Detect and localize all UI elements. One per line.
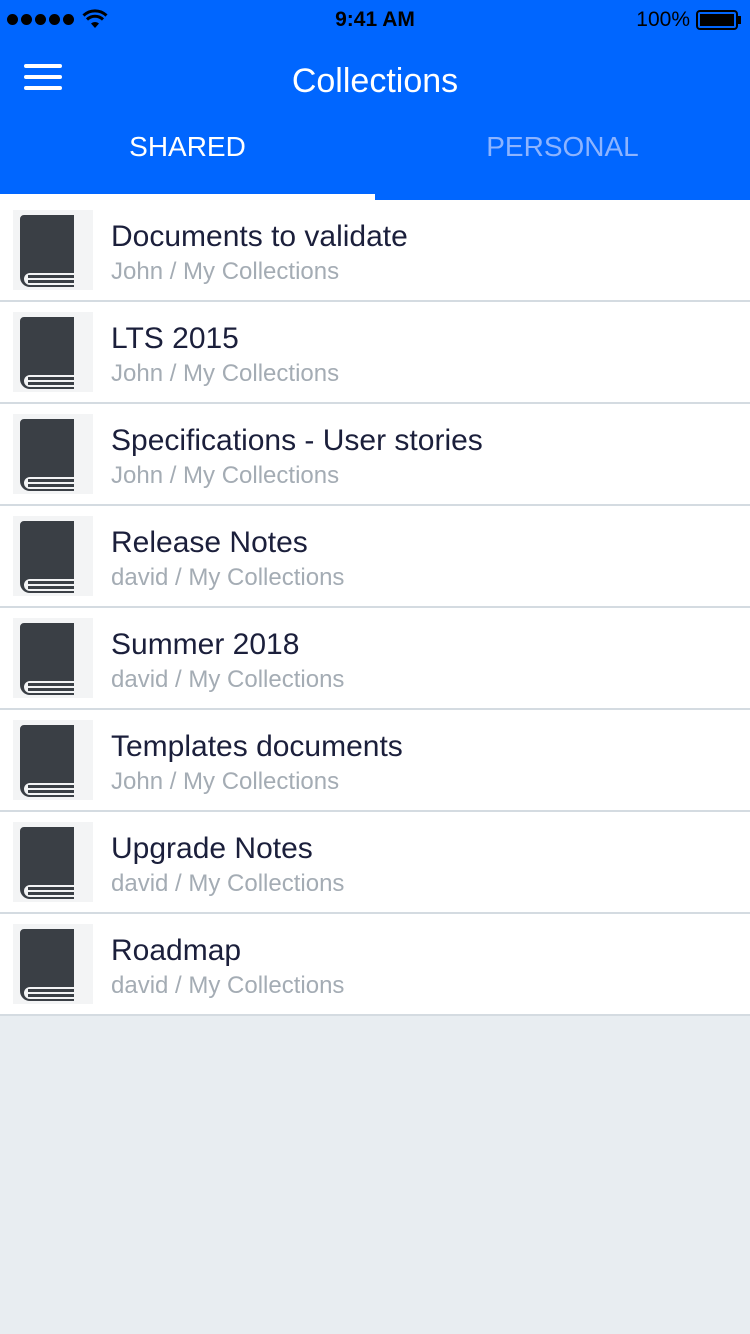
tab-personal-label: PERSONAL [486,131,639,162]
collection-row[interactable]: Roadmap david / My Collections [0,914,750,1016]
app-header: 9:41 AM 100% Collections SHARED PERSONAL [0,0,750,200]
collection-path: david / My Collections [111,870,345,897]
collection-row[interactable]: LTS 2015 John / My Collections [0,302,750,404]
collection-title: Release Notes [111,526,308,559]
collection-path: John / My Collections [111,768,340,795]
tab-personal[interactable]: PERSONAL [375,125,750,200]
battery-percent: 100% [636,8,690,31]
collection-title: LTS 2015 [111,322,239,355]
collection-row[interactable]: Upgrade Notes david / My Collections [0,812,750,914]
book-icon [13,618,93,698]
battery-icon [696,10,741,30]
collection-title: Summer 2018 [111,628,300,661]
collection-row[interactable]: Release Notes david / My Collections [0,506,750,608]
book-icon [13,414,93,494]
collection-title: Roadmap [111,934,242,967]
collection-title: Upgrade Notes [111,832,313,865]
book-icon [13,924,93,1004]
collection-path: david / My Collections [111,972,345,999]
book-icon [13,720,93,800]
book-icon [13,210,93,290]
collection-path: John / My Collections [111,360,340,387]
collection-title: Specifications - User stories [111,424,483,457]
book-icon [13,312,93,392]
collection-path: John / My Collections [111,462,340,489]
tab-shared-label: SHARED [129,131,246,162]
book-icon [13,822,93,902]
collection-path: david / My Collections [111,666,345,693]
collections-list: Documents to validate John / My Collecti… [0,200,750,1016]
collection-row[interactable]: Specifications - User stories John / My … [0,404,750,506]
status-bar: 9:41 AM 100% [0,0,750,40]
collection-row[interactable]: Summer 2018 david / My Collections [0,608,750,710]
book-icon [13,516,93,596]
tab-shared[interactable]: SHARED [0,125,375,200]
page-title: Collections [291,62,459,100]
collection-path: John / My Collections [111,258,340,285]
collection-title: Templates documents [111,730,403,763]
collection-row[interactable]: Templates documents John / My Collection… [0,710,750,812]
collection-row[interactable]: Documents to validate John / My Collecti… [0,200,750,302]
collection-path: david / My Collections [111,564,345,591]
collection-title: Documents to validate [111,220,408,253]
